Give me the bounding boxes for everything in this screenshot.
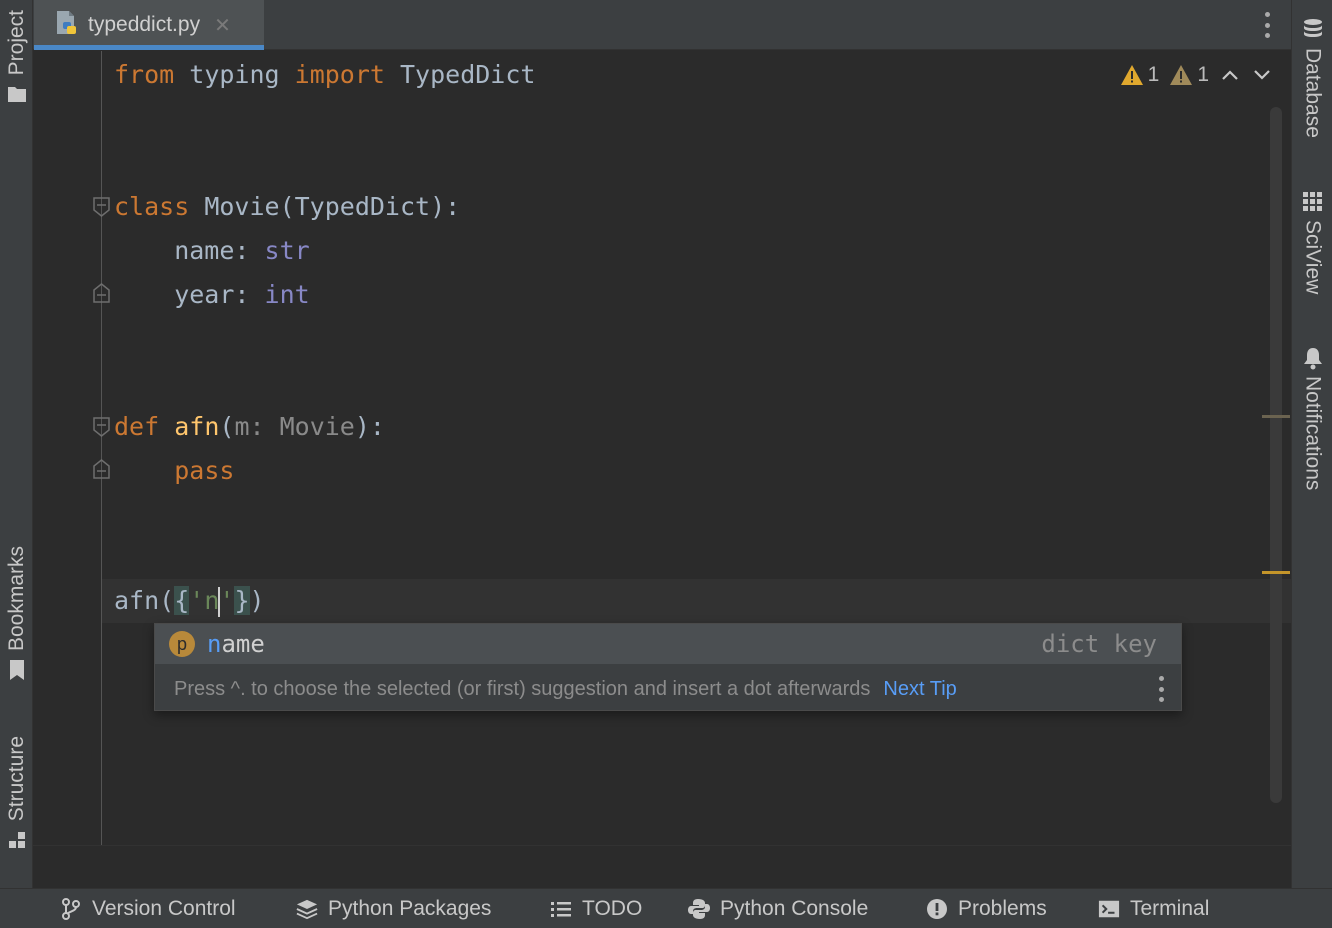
editor-tab-bar: typeddict.py ✕ bbox=[33, 0, 1291, 50]
database-tool-label: Database bbox=[1301, 48, 1325, 138]
left-tool-strip: Project Bookmarks Structure bbox=[0, 0, 33, 888]
tab-title: typeddict.py bbox=[88, 13, 201, 36]
active-tab-underline bbox=[34, 45, 264, 50]
notifications-tool-label: Notifications bbox=[1301, 376, 1325, 491]
code-line-def: def afn(m: Movie): bbox=[114, 412, 385, 441]
project-tool-tab[interactable]: Project bbox=[0, 10, 33, 105]
terminal-tab[interactable]: Terminal bbox=[1098, 889, 1209, 928]
completion-hint: Press ^. to choose the selected (or firs… bbox=[155, 668, 1181, 710]
next-tip-link[interactable]: Next Tip bbox=[883, 678, 956, 701]
python-console-tab[interactable]: Python Console bbox=[688, 889, 868, 928]
completion-item-label: name bbox=[207, 630, 265, 658]
problems-icon bbox=[926, 898, 948, 920]
tab-typeddict-py[interactable]: typeddict.py ✕ bbox=[34, 0, 264, 50]
code-line-name-field: name: str bbox=[114, 236, 310, 265]
code-editor[interactable]: from typing import TypedDict class Movie… bbox=[33, 51, 1291, 845]
warnings-counter[interactable]: 1 bbox=[1120, 63, 1160, 87]
bell-icon bbox=[1301, 346, 1325, 370]
completion-hint-text: Press ^. to choose the selected (or firs… bbox=[174, 677, 871, 700]
current-line-highlight bbox=[102, 579, 1291, 623]
python-console-label: Python Console bbox=[720, 897, 869, 920]
database-icon bbox=[1301, 18, 1325, 42]
bookmarks-tool-label: Bookmarks bbox=[4, 546, 28, 652]
python-file-icon bbox=[54, 10, 80, 41]
inspection-widget[interactable]: 1 1 bbox=[1120, 63, 1273, 87]
fold-end-icon[interactable] bbox=[93, 283, 110, 303]
folder-icon bbox=[6, 83, 28, 105]
bookmarks-tool-tab[interactable]: Bookmarks bbox=[0, 546, 33, 681]
problems-tab[interactable]: Problems bbox=[926, 889, 1047, 928]
code-line-class: class Movie(TypedDict): bbox=[114, 192, 461, 221]
editor-bottom-area bbox=[33, 845, 1291, 888]
chevron-down-icon[interactable] bbox=[1251, 64, 1273, 86]
chevron-up-icon[interactable] bbox=[1219, 64, 1241, 86]
problems-label: Problems bbox=[958, 897, 1047, 920]
hint-more-icon[interactable] bbox=[1157, 676, 1165, 702]
matched-brace: } bbox=[234, 586, 250, 615]
python-icon bbox=[688, 898, 710, 920]
todo-label: TODO bbox=[582, 897, 643, 920]
warning-icon bbox=[1120, 65, 1143, 85]
vertical-scrollbar[interactable] bbox=[1270, 107, 1282, 803]
bottom-tool-bar: Version Control Python Packages TODO Pyt… bbox=[0, 888, 1332, 928]
weak-warnings-counter[interactable]: 1 bbox=[1169, 63, 1209, 87]
code-line-year-field: year: int bbox=[114, 280, 310, 309]
gutter-separator bbox=[101, 51, 102, 845]
code-line-1: from typing import TypedDict bbox=[114, 60, 536, 89]
structure-tool-label: Structure bbox=[4, 736, 28, 822]
code-line-call: afn({'n'}) bbox=[114, 586, 265, 617]
branch-icon bbox=[60, 898, 82, 920]
project-tool-label: Project bbox=[4, 10, 28, 76]
grid-icon bbox=[1301, 190, 1325, 214]
close-tab-icon[interactable]: ✕ bbox=[214, 13, 231, 38]
warnings-count: 1 bbox=[1147, 63, 1160, 86]
python-packages-label: Python Packages bbox=[328, 897, 492, 920]
code-line-pass: pass bbox=[174, 456, 235, 485]
weak-warning-stripe-marker[interactable] bbox=[1262, 415, 1290, 418]
completion-item-type: dict key bbox=[1041, 630, 1157, 658]
sciview-tool-label: SciView bbox=[1301, 220, 1325, 295]
python-packages-tab[interactable]: Python Packages bbox=[296, 889, 491, 928]
structure-tool-tab[interactable]: Structure bbox=[0, 736, 33, 851]
matched-brace: { bbox=[174, 586, 190, 615]
parameter-icon: p bbox=[169, 631, 195, 657]
fold-open-icon[interactable] bbox=[93, 417, 110, 437]
tab-bar-more-icon[interactable] bbox=[1257, 10, 1277, 40]
warning-stripe-marker[interactable] bbox=[1262, 571, 1290, 574]
todo-tab[interactable]: TODO bbox=[550, 889, 642, 928]
sciview-tool-tab[interactable]: SciView bbox=[1292, 190, 1332, 294]
completion-popup: p name dict key Press ^. to choose the s… bbox=[154, 623, 1182, 711]
list-icon bbox=[550, 898, 572, 920]
terminal-label: Terminal bbox=[1130, 897, 1210, 920]
fold-open-icon[interactable] bbox=[93, 197, 110, 217]
version-control-label: Version Control bbox=[92, 897, 236, 920]
version-control-tab[interactable]: Version Control bbox=[60, 889, 236, 928]
fold-end-icon[interactable] bbox=[93, 459, 110, 479]
weak-warning-icon bbox=[1170, 65, 1193, 85]
weak-warnings-count: 1 bbox=[1197, 63, 1209, 86]
terminal-icon bbox=[1098, 898, 1120, 920]
database-tool-tab[interactable]: Database bbox=[1292, 18, 1332, 138]
notifications-tool-tab[interactable]: Notifications bbox=[1292, 346, 1332, 490]
structure-icon bbox=[6, 829, 28, 851]
layers-icon bbox=[296, 898, 318, 920]
right-tool-strip: Database SciView Notifications bbox=[1291, 0, 1332, 888]
completion-item-name[interactable]: p name dict key bbox=[155, 624, 1181, 664]
bookmark-icon bbox=[6, 659, 28, 681]
